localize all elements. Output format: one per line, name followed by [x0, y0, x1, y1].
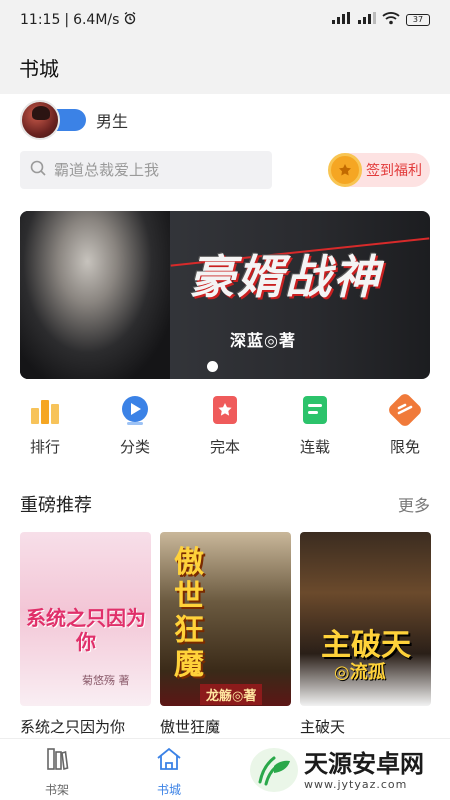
category-free[interactable]: 限免 [360, 394, 450, 464]
book-title: 系统之只因为你 [20, 718, 126, 736]
book-cover[interactable]: 系统之只因为你 菊悠殇 著 [20, 532, 151, 706]
more-link[interactable]: 更多 [398, 492, 430, 516]
category-rank[interactable]: 排行 [0, 394, 90, 464]
book-card[interactable]: 傲世狂魔 龙觞◎著 傲世狂魔 [160, 532, 291, 737]
serial-icon [299, 394, 331, 426]
status-divider: | [64, 12, 70, 28]
book-card[interactable]: 主破天 ◎流孤 主破天 [300, 532, 431, 737]
search-icon [30, 160, 46, 180]
bookstore-icon [156, 747, 182, 775]
cover-author: 龙觞◎著 [200, 684, 263, 705]
page-title: 书城 [19, 56, 59, 81]
rank-icon [29, 394, 61, 426]
category-serial[interactable]: 连载 [270, 394, 360, 464]
category-label: 完本 [209, 438, 240, 456]
book-card[interactable]: 系统之只因为你 菊悠殇 著 系统之只因为你 [20, 532, 151, 737]
gender-switch-row[interactable]: 男生 [20, 100, 128, 140]
status-bar: 11:15 | 6.4M/s 37 [0, 0, 450, 40]
book-cover[interactable]: 傲世狂魔 龙觞◎著 [160, 532, 291, 706]
status-time: 11:15 [20, 12, 61, 28]
bookstore-content: 男生 签到福利 豪婿战神 深蓝◎著 排行 分类 [0, 94, 450, 738]
banner-carousel[interactable]: 豪婿战神 深蓝◎著 [20, 211, 430, 379]
bookshelf-icon [45, 747, 69, 775]
category-nav: 排行 分类 完本 连载 限免 [0, 394, 450, 464]
alarm-icon [123, 11, 137, 29]
search-input[interactable] [54, 161, 254, 179]
cover-title: 系统之只因为你 [26, 606, 146, 654]
watermark-logo-icon [250, 748, 298, 792]
watermark-text: 天源安卓网 www.jytyaz.com [304, 750, 424, 791]
free-icon [389, 394, 421, 426]
category-label: 排行 [29, 438, 60, 456]
tab-bookstore[interactable]: 书城 [129, 747, 209, 798]
finished-icon [209, 394, 241, 426]
wifi-icon [382, 11, 400, 29]
signal-icon [332, 12, 352, 28]
cover-author: 菊悠殇 著 [82, 674, 130, 687]
coin-icon [328, 153, 362, 187]
category-classify[interactable]: 分类 [90, 394, 180, 464]
search-box[interactable] [20, 151, 272, 189]
featured-book-list: 系统之只因为你 菊悠殇 著 系统之只因为你 傲世狂魔 龙觞◎著 傲世狂魔 主破天… [20, 532, 440, 737]
tab-label: 书架 [44, 783, 69, 797]
status-right: 37 [332, 11, 430, 29]
signal-hd-icon [358, 12, 376, 28]
book-cover[interactable]: 主破天 ◎流孤 [300, 532, 431, 706]
app-bar: 书城 [0, 40, 450, 94]
featured-section-header: 重磅推荐 更多 [20, 491, 430, 517]
tab-bookshelf[interactable]: 书架 [17, 747, 97, 798]
tab-label: 书城 [156, 783, 181, 797]
watermark-brand: 天源安卓网 [304, 749, 424, 778]
cover-title: 傲世狂魔 [174, 545, 204, 682]
category-icon [119, 394, 151, 426]
category-label: 连载 [299, 438, 330, 456]
avatar[interactable] [20, 100, 60, 140]
section-title: 重磅推荐 [20, 495, 92, 516]
carousel-indicator[interactable] [207, 361, 218, 372]
gender-label: 男生 [96, 112, 129, 131]
signin-label: 签到福利 [366, 163, 422, 179]
watermark: 天源安卓网 www.jytyaz.com [250, 748, 424, 792]
banner-title: 豪婿战神 [189, 250, 381, 304]
watermark-url: www.jytyaz.com [304, 777, 408, 791]
book-title: 傲世狂魔 [160, 718, 221, 736]
battery-icon: 37 [406, 14, 430, 26]
cover-author: ◎流孤 [334, 662, 386, 683]
category-label: 限免 [389, 438, 420, 456]
status-speed: 6.4M/s [73, 12, 120, 28]
book-title: 主破天 [300, 718, 346, 736]
signin-reward-button[interactable]: 签到福利 [328, 153, 430, 187]
banner-author: 深蓝◎著 [230, 331, 296, 350]
status-left: 11:15 | 6.4M/s [20, 11, 137, 29]
category-label: 分类 [119, 438, 150, 456]
category-finished[interactable]: 完本 [180, 394, 270, 464]
